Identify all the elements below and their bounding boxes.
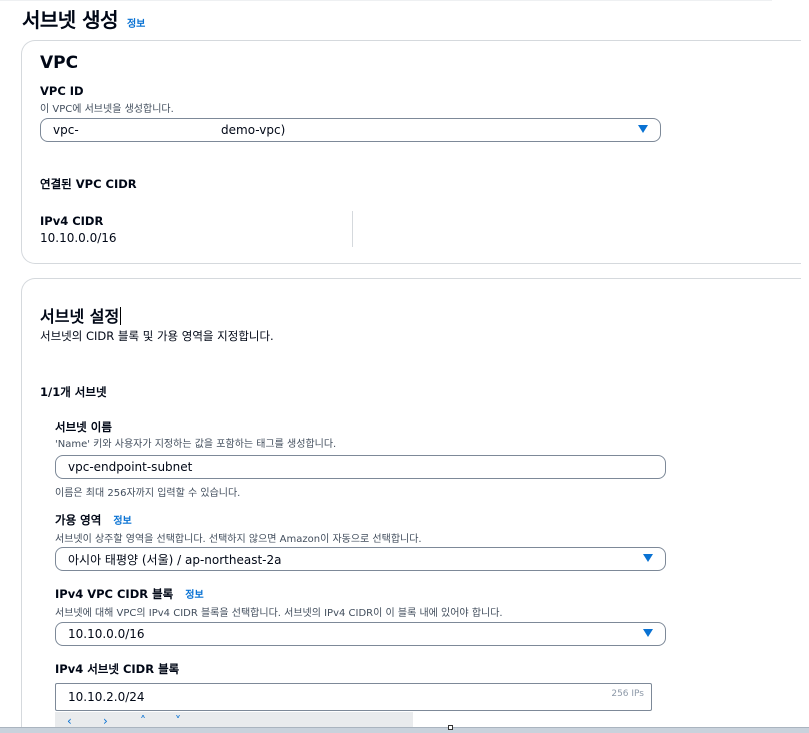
vpc-id-suffix: demo-vpc) bbox=[221, 123, 286, 137]
subnet-name-input[interactable]: vpc-endpoint-subnet bbox=[55, 455, 666, 479]
resize-handle[interactable] bbox=[448, 725, 453, 730]
subnet-cidr-input[interactable]: 10.10.2.0/24 256 IPs bbox=[55, 683, 652, 711]
subnet-name-label: 서브넷 이름 bbox=[55, 420, 112, 434]
page-title: 서브넷 생성 bbox=[22, 8, 118, 32]
az-description: 서브넷이 상주할 영역을 선택합니다. 선택하지 않으면 Amazon이 자동으… bbox=[55, 534, 422, 545]
vpc-cidr-select[interactable]: 10.10.0.0/16 bbox=[55, 622, 666, 646]
vpc-cidr-description: 서브넷에 대해 VPC의 IPv4 CIDR 블록을 선택합니다. 서브넷의 I… bbox=[55, 608, 503, 619]
az-label-row: 가용 영역 정보 bbox=[55, 512, 132, 528]
text-cursor bbox=[120, 307, 122, 325]
az-value: 아시아 태평양 (서울) / ap-northeast-2a bbox=[68, 552, 282, 567]
subnet-cidr-label: IPv4 서브넷 CIDR 블록 bbox=[55, 662, 180, 676]
top-divider bbox=[0, 0, 772, 3]
page: 서브넷 생성 정보 VPC VPC ID 이 VPC에 서브넷을 생성합니다. … bbox=[0, 0, 809, 733]
subnet-name-hint: 이름은 최대 256자까지 입력할 수 있습니다. bbox=[55, 488, 241, 499]
vpc-id-prefix: vpc- bbox=[53, 123, 79, 137]
vpc-section: VPC VPC ID 이 VPC에 서브넷을 생성합니다. vpc- demo-… bbox=[21, 40, 801, 264]
ip-count-hint: 256 IPs bbox=[611, 689, 644, 699]
vpc-cidr-label: IPv4 VPC CIDR 블록 bbox=[55, 587, 174, 601]
az-label: 가용 영역 bbox=[55, 513, 102, 527]
ipv4-cidr-label: IPv4 CIDR bbox=[40, 214, 104, 228]
vpc-cidr-value: 10.10.0.0/16 bbox=[68, 627, 145, 641]
page-header: 서브넷 생성 정보 bbox=[22, 4, 145, 33]
subnet-section-description: 서브넷의 CIDR 블록 및 가용 영역을 지정합니다. bbox=[40, 329, 274, 343]
chevron-left-icon[interactable]: ‹ bbox=[67, 714, 72, 728]
chevron-up-icon[interactable]: ˄ bbox=[140, 714, 146, 728]
subnet-name-value: vpc-endpoint-subnet bbox=[68, 460, 193, 474]
page-info-link[interactable]: 정보 bbox=[127, 15, 145, 30]
window-bottom-bar bbox=[0, 727, 809, 733]
subnet-settings-section: 서브넷 설정 서브넷의 CIDR 블록 및 가용 영역을 지정합니다. 1/1개… bbox=[21, 278, 801, 733]
cidr-heading: 연결된 VPC CIDR bbox=[40, 177, 137, 191]
chevron-down-icon[interactable]: ˅ bbox=[175, 714, 181, 728]
vpc-id-label: VPC ID bbox=[40, 84, 84, 98]
chevron-down-icon bbox=[643, 554, 653, 562]
subnet-section-title-wrap: 서브넷 설정 bbox=[40, 303, 122, 327]
chevron-down-icon bbox=[643, 629, 653, 637]
vpc-id-select[interactable]: vpc- demo-vpc) bbox=[40, 118, 661, 142]
vpc-cidr-label-row: IPv4 VPC CIDR 블록 정보 bbox=[55, 586, 204, 602]
subnet-section-title: 서브넷 설정 bbox=[40, 307, 120, 326]
chevron-right-icon[interactable]: › bbox=[103, 714, 108, 728]
vpc-id-description: 이 VPC에 서브넷을 생성합니다. bbox=[40, 104, 174, 115]
az-select[interactable]: 아시아 태평양 (서울) / ap-northeast-2a bbox=[55, 547, 666, 571]
az-info-link[interactable]: 정보 bbox=[113, 512, 131, 527]
chevron-down-icon bbox=[638, 125, 648, 133]
subnet-count-label: 1/1개 서브넷 bbox=[40, 385, 107, 399]
subnet-cidr-value: 10.10.2.0/24 bbox=[68, 690, 145, 704]
vpc-section-title: VPC bbox=[40, 53, 79, 73]
subnet-name-description: 'Name' 키와 사용자가 지정하는 값을 포함하는 태그를 생성합니다. bbox=[55, 439, 337, 450]
ipv4-cidr-value: 10.10.0.0/16 bbox=[40, 231, 117, 245]
vpc-cidr-info-link[interactable]: 정보 bbox=[185, 586, 203, 601]
column-divider bbox=[352, 211, 353, 247]
